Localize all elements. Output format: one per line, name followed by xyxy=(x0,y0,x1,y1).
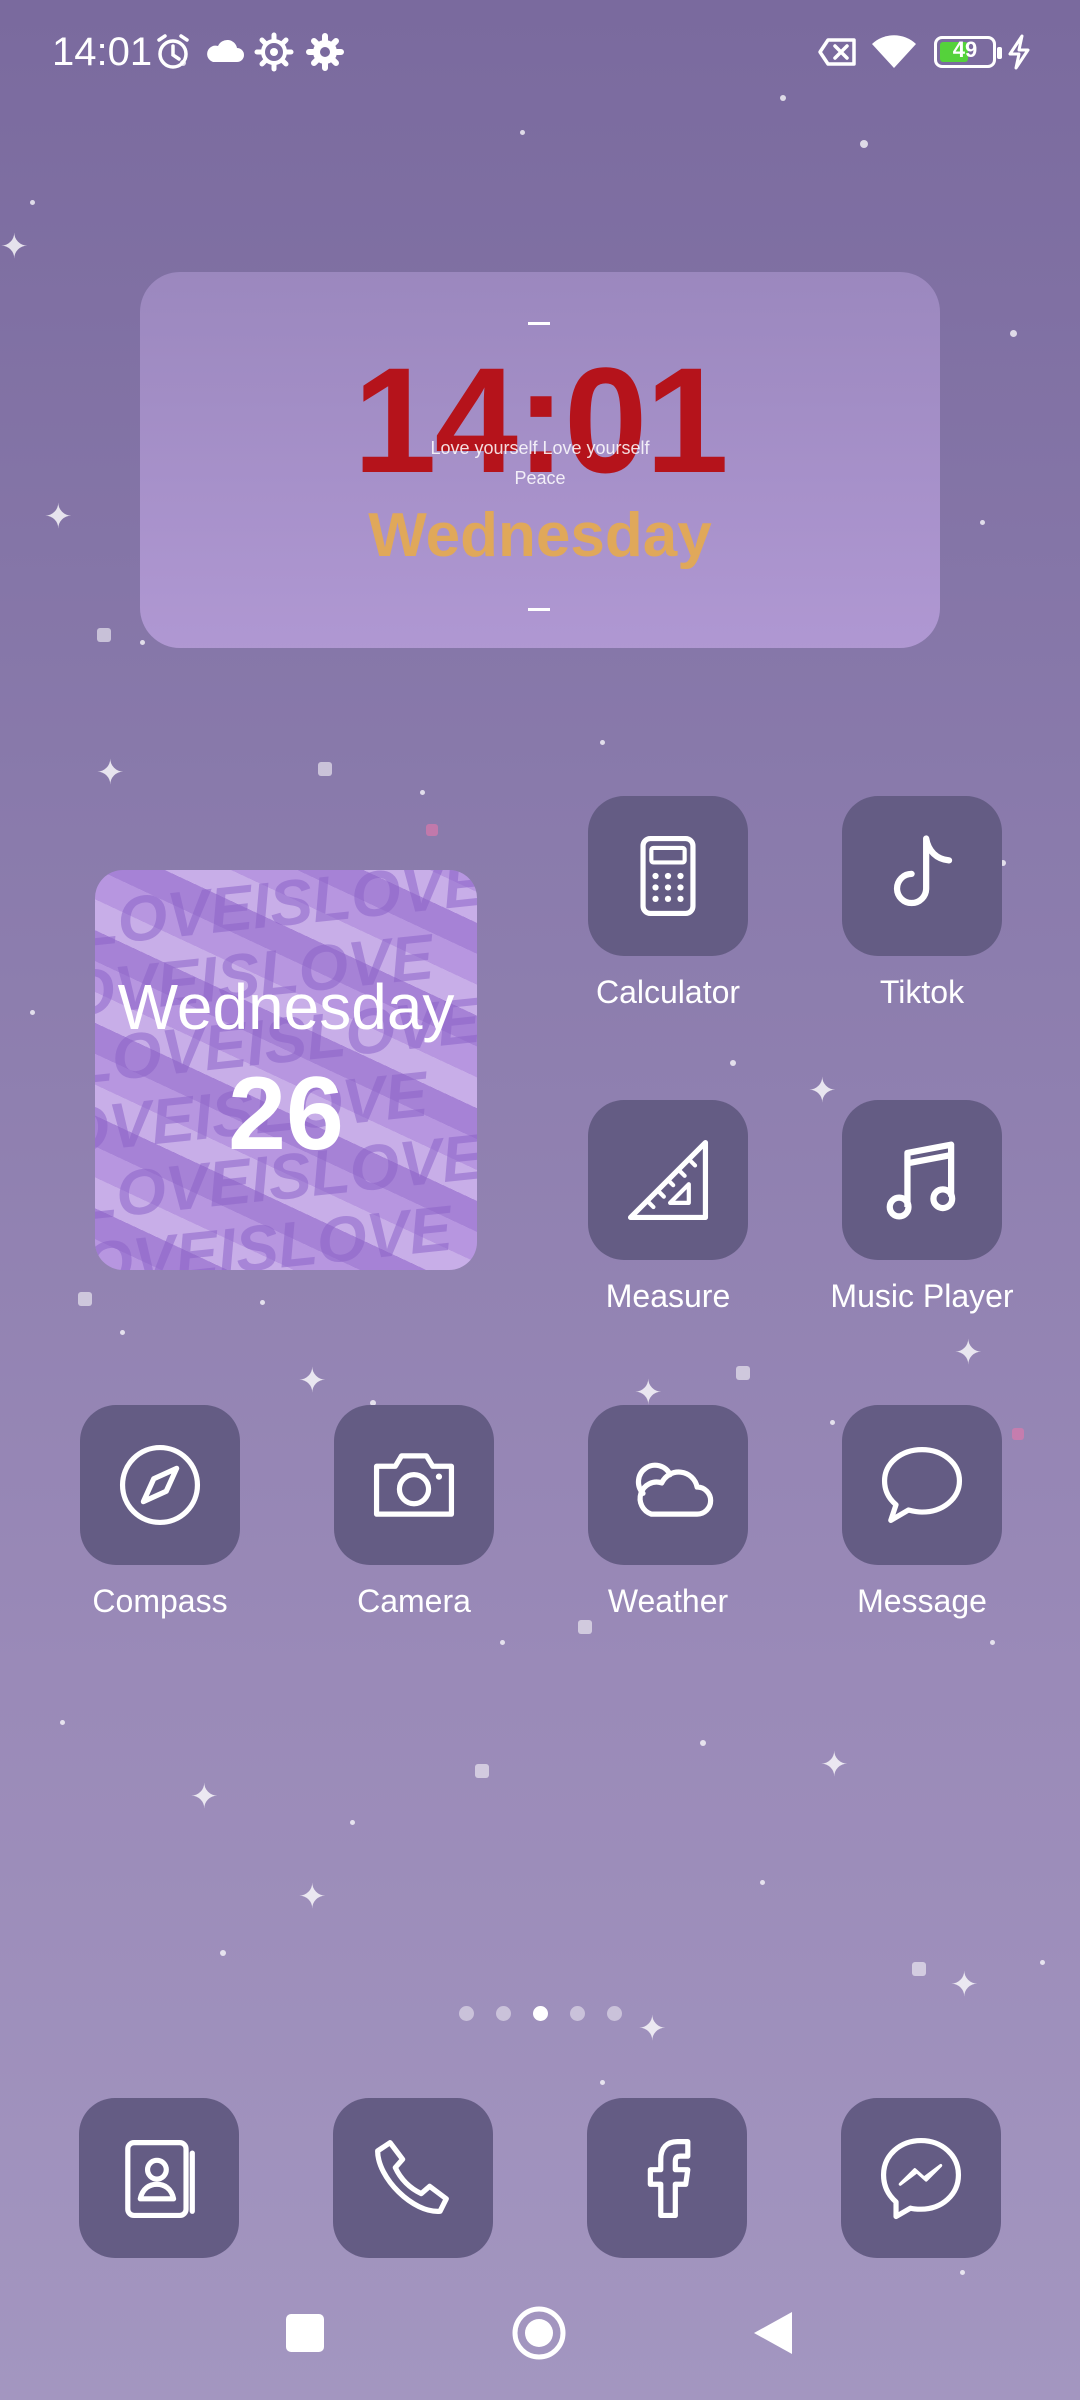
cloud-icon xyxy=(207,39,244,62)
cloud-icon xyxy=(635,1462,714,1517)
phone-icon xyxy=(375,2140,449,2214)
app-label: Tiktok xyxy=(879,974,965,1010)
clock-caption-1: Love yourself Love yourself xyxy=(430,438,650,458)
music-note-icon xyxy=(886,1141,956,1220)
date-widget-day: Wednesday xyxy=(117,971,455,1043)
back-button[interactable] xyxy=(752,2310,794,2356)
page-dot[interactable] xyxy=(458,2006,474,2021)
dock-facebook[interactable] xyxy=(567,2098,767,2258)
dock-messenger[interactable] xyxy=(821,2098,1021,2258)
home-button[interactable] xyxy=(510,2304,568,2362)
sim-off-icon xyxy=(818,38,856,66)
messenger-icon xyxy=(880,2137,962,2220)
camera-icon xyxy=(373,1453,455,1517)
app-label: Weather xyxy=(607,1583,729,1619)
dock-contacts[interactable] xyxy=(59,2098,259,2258)
recents-button[interactable] xyxy=(284,2312,326,2354)
clock-caption-2: Peace xyxy=(514,468,566,488)
widget-handle-bottom xyxy=(528,608,550,611)
battery-level: 49 xyxy=(952,37,978,62)
app-label: Message xyxy=(857,1583,987,1619)
page-dot-active[interactable] xyxy=(532,2006,548,2021)
alarm-icon xyxy=(157,34,189,69)
app-weather[interactable]: Weather xyxy=(568,1405,768,1620)
charging-icon xyxy=(1008,34,1030,70)
status-time: 14:01 xyxy=(52,30,153,74)
app-label: Camera xyxy=(357,1583,471,1619)
clock-day: Wednesday xyxy=(368,501,712,570)
ruler-icon xyxy=(627,1139,709,1221)
page-dot[interactable] xyxy=(495,2006,511,2021)
app-measure[interactable]: Measure xyxy=(568,1100,768,1315)
facebook-icon xyxy=(647,2139,691,2219)
settings-icon xyxy=(306,33,344,71)
chat-bubble-icon xyxy=(881,1447,963,1523)
dock-phone[interactable] xyxy=(313,2098,513,2258)
calculator-icon xyxy=(640,835,696,917)
app-compass[interactable]: Compass xyxy=(60,1405,260,1620)
contacts-icon xyxy=(125,2140,195,2219)
battery-icon: 49 xyxy=(934,36,1002,68)
compass-icon xyxy=(119,1444,201,1526)
clock-widget[interactable]: 14:01 Love yourself Love yourself Peace … xyxy=(140,272,940,648)
tiktok-icon xyxy=(893,835,953,907)
app-label: Music Player xyxy=(830,1278,1014,1314)
navigation-bar xyxy=(0,2290,1080,2380)
page-dot[interactable] xyxy=(569,2006,585,2021)
app-label: Calculator xyxy=(595,974,741,1010)
app-tiktok[interactable]: Tiktok xyxy=(822,796,1022,1011)
status-bar: 14:01 49 xyxy=(0,0,1080,110)
app-calculator[interactable]: Calculator xyxy=(568,796,768,1011)
app-camera[interactable]: Camera xyxy=(314,1405,514,1620)
app-label: Measure xyxy=(605,1278,731,1314)
date-widget-date: 26 xyxy=(228,1056,344,1172)
date-widget[interactable]: LOVEISLOVE LOVEISLOVE LOVEISLOVE LOVEISL… xyxy=(95,870,477,1270)
app-label: Compass xyxy=(92,1583,228,1619)
app-message[interactable]: Message xyxy=(822,1405,1022,1620)
page-indicator[interactable] xyxy=(0,2006,1080,2021)
app-music-player[interactable]: Music Player xyxy=(822,1100,1022,1315)
page-dot[interactable] xyxy=(606,2006,622,2021)
gear-icon xyxy=(254,32,294,72)
wifi-icon xyxy=(872,35,916,68)
widget-handle-top xyxy=(528,322,550,325)
